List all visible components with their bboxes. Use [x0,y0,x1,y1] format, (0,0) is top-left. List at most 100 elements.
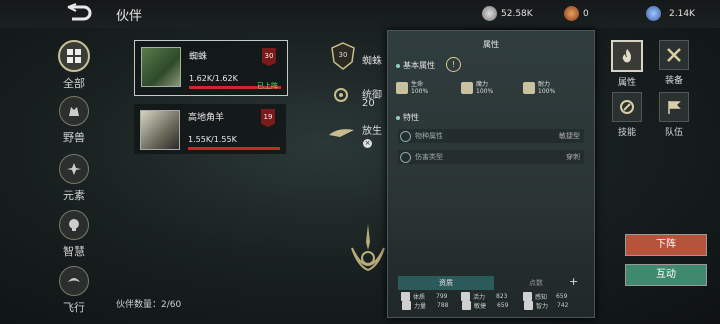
info-icon[interactable]: ! [446,57,461,72]
silver-coin-icon [482,6,497,21]
stat-value: 659 [556,293,568,300]
sidebar-item-flight[interactable]: 飞行 [52,266,96,315]
crossed-swords-icon [659,40,689,70]
add-icon[interactable]: + [569,275,578,288]
stat-name: 力量 [414,303,427,310]
currency-gold[interactable]: 0 [564,6,589,21]
intelligence-icon [524,301,533,310]
companion-card-highland-ram[interactable]: 高地角羊 1.55K/1.55K 19 [134,104,286,154]
menu-equipment[interactable]: 装备 [656,40,692,86]
emblem-icon [348,222,388,286]
vitality-icon [461,292,470,301]
wisdom-icon [59,210,89,240]
release-button[interactable]: 放生 [362,122,386,137]
trait-damage-value: 穿刺 [566,153,580,161]
stat-agility: 敏捷 659 [462,301,508,310]
stat-name: 感知 [535,294,548,301]
deployed-status: 已上阵 [257,82,278,90]
trait-species: 物种属性 敏捷型 [398,129,584,143]
bullet-icon [396,115,400,120]
trait-damage: 伤害类型 穿刺 [398,150,584,164]
detail-name: 蜘蛛 [362,56,382,67]
stat-vitality: 活力 823 [461,292,507,301]
sidebar-item-label: 野兽 [63,131,85,144]
companion-name: 高地角羊 [188,113,225,123]
agility-icon [462,301,471,310]
stat-name: 敏捷 [474,303,487,310]
hp-bar [188,147,280,150]
gem-icon [646,6,661,21]
sidebar-item-label: 元素 [63,189,85,202]
attr-stamina-name: 耐力 [538,81,551,88]
dismiss-button[interactable]: 下阵 [625,234,707,256]
sidebar-item-all[interactable]: 全部 [52,40,96,91]
command-icon [332,86,350,108]
companion-hp: 1.55K/1.55K [188,135,237,144]
sidebar-item-beast[interactable]: 野兽 [52,96,96,145]
flag-icon [659,92,689,122]
tab-aptitude[interactable]: 资质 [398,276,494,290]
traits-header: 特性 [396,112,419,123]
menu-label: 队伍 [664,128,683,138]
menu-skills[interactable]: 技能 [609,92,645,138]
currency-gem-value: 2.14K [669,8,695,19]
attr-stamina: 耐力 100% [523,81,555,95]
close-icon[interactable]: × [363,139,372,148]
species-icon [400,130,411,142]
stat-name: 体质 [413,294,426,301]
menu-team[interactable]: 队伍 [656,92,692,138]
stat-name: 活力 [473,294,486,301]
bullet-icon [396,63,400,68]
element-icon [59,154,89,184]
level-badge: 30 [262,48,276,66]
sidebar-item-wisdom[interactable]: 智慧 [52,210,96,259]
menu-label: 技能 [617,128,636,138]
back-button[interactable] [64,3,94,23]
trait-damage-name: 伤害类型 [415,153,443,161]
companion-hp: 1.62K/1.62K [189,74,238,83]
companion-card-spider[interactable]: 蜘蛛 1.62K/1.62K 30 已上阵 [134,40,288,96]
gold-coin-icon [564,6,579,21]
currency-silver-value: 52.58K [501,8,533,19]
attr-health: 生命 100% [396,81,428,95]
sidebar-item-element[interactable]: 元素 [52,154,96,203]
stat-constitution: 体质 799 [401,292,447,301]
companion-portrait [140,110,180,150]
back-arrow-icon [67,3,92,21]
stamina-icon [523,82,535,94]
release-icon [328,124,356,143]
grid-icon [58,40,90,72]
basic-attributes-header: 基本属性 [396,60,435,71]
currency-silver[interactable]: 52.58K [482,6,533,21]
beast-icon [59,96,89,126]
stat-strength: 力量 788 [402,301,448,310]
heart-icon [396,82,408,94]
attribute-panel: 属性 基本属性 ! 生命 100% 魔力 100% 耐力 100% 特性 物种属性 敏… [387,30,595,318]
attr-health-name: 生命 [411,81,424,88]
stat-value: 788 [437,302,449,309]
stat-perception: 感知 659 [523,292,567,301]
stat-intelligence: 智力 742 [524,301,568,310]
menu-label: 装备 [664,76,683,86]
attr-mana: 魔力 100% [461,81,493,95]
traits-title: 特性 [403,113,419,122]
level-badge: 19 [261,109,275,127]
currency-gold-value: 0 [583,8,589,19]
currency-gem[interactable]: 2.14K [646,6,695,21]
sidebar-item-label: 智慧 [63,245,85,258]
flame-icon [611,40,643,72]
trait-species-value: 敏捷型 [559,132,580,140]
attr-mana-value: 100% [476,88,494,95]
menu-label: 属性 [617,78,636,88]
sidebar-item-label: 全部 [63,77,85,90]
menu-attributes[interactable]: 属性 [609,40,645,88]
interact-button[interactable]: 互动 [625,264,707,286]
flight-icon [59,266,89,296]
attr-mana-name: 魔力 [476,81,489,88]
constitution-icon [401,292,410,301]
tab-points[interactable]: 点数 [494,276,578,290]
companion-name: 蜘蛛 [189,52,208,62]
panel-title: 属性 [483,40,499,49]
command-value: 20 [362,98,375,109]
attr-health-value: 100% [411,88,429,95]
